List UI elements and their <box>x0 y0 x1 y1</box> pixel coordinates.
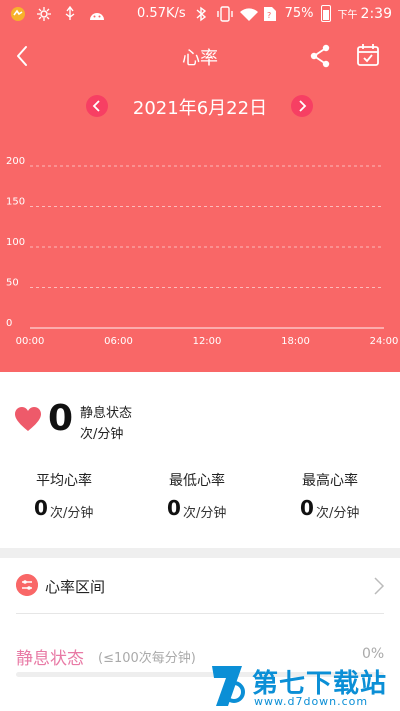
y-tick-label: 0 <box>6 318 12 329</box>
watermark-url: www.d7down.com <box>254 695 369 708</box>
heart-rate-summary: 0 静息状态 次/分钟 平均心率 0 次/分钟 最低心率 0 次/分钟 最高心率… <box>0 372 400 548</box>
battery-percent: 75% <box>284 6 314 21</box>
share-button[interactable] <box>306 42 334 70</box>
time-period: 下午 <box>337 10 358 21</box>
calendar-button[interactable] <box>354 41 382 69</box>
wifi-icon <box>239 6 258 22</box>
share-icon <box>310 44 330 68</box>
x-tick-label: 18:00 <box>281 336 310 347</box>
stat-value: 0 <box>300 496 314 520</box>
status-bar: 0.57K/s ? 75% 下午 2:39 <box>0 0 400 30</box>
heart-icon <box>15 407 41 431</box>
settings-sync-icon <box>36 6 52 22</box>
stat-unit: 次/分钟 <box>50 506 94 521</box>
y-tick-label: 150 <box>6 197 25 208</box>
svg-text:?: ? <box>267 11 271 20</box>
stat-value: 0 <box>34 496 48 520</box>
x-tick-label: 00:00 <box>16 336 45 347</box>
vibrate-icon <box>216 5 233 22</box>
rest-zone-label: 静息状态 <box>16 649 84 669</box>
app-notification-icon <box>10 6 26 22</box>
current-unit: 次/分钟 <box>80 427 124 442</box>
calendar-check-icon <box>357 44 379 66</box>
next-day-button[interactable] <box>291 95 313 117</box>
rest-zone-range: (≤100次每分钟) <box>98 651 196 666</box>
heart-rate-zones-row[interactable]: 心率区间 <box>0 558 400 614</box>
y-tick-label: 100 <box>6 237 25 248</box>
section-divider <box>0 548 400 558</box>
zones-separator <box>16 613 384 614</box>
stat-label: 最低心率 <box>169 473 225 489</box>
stat-unit: 次/分钟 <box>316 506 360 521</box>
battery-icon <box>320 5 331 22</box>
bluetooth-icon <box>193 6 209 22</box>
current-date[interactable]: 2021年6月22日 <box>0 94 400 120</box>
notification-icons <box>10 5 104 22</box>
usb-icon <box>62 5 78 22</box>
stat-value: 0 <box>167 496 181 520</box>
x-tick-label: 12:00 <box>193 336 222 347</box>
chevron-right-icon <box>299 100 307 112</box>
rest-zone-percent: 0% <box>362 646 385 662</box>
system-icons: 0.57K/s ? 75% 下午 2:39 <box>137 5 392 22</box>
current-state: 静息状态 <box>80 406 133 421</box>
zones-title: 心率区间 <box>45 578 106 596</box>
network-speed: 0.57K/s <box>137 6 186 21</box>
sim-icon: ? <box>262 6 278 22</box>
watermark: 第七下载站 www.d7down.com <box>200 662 400 711</box>
stat-label: 平均心率 <box>36 473 92 489</box>
y-tick-label: 200 <box>6 156 25 167</box>
date-navigator: 2021年6月22日 <box>0 92 400 120</box>
stat-unit: 次/分钟 <box>183 506 227 521</box>
chevron-right-icon <box>374 577 385 595</box>
zones-icon <box>16 574 38 596</box>
android-icon <box>88 6 104 22</box>
heart-rate-chart: 0 50 100 150 200 00:00 06:00 12:00 18:00 24:00 <box>6 156 399 347</box>
x-tick-label: 06:00 <box>104 336 133 347</box>
header-panel: 0.57K/s ? 75% 下午 2:39 心率 2021年6月22日 0 50… <box>0 0 400 372</box>
y-tick-label: 50 <box>6 278 19 289</box>
clock: 2:39 <box>360 5 392 22</box>
title-bar: 心率 <box>0 36 400 76</box>
x-tick-label: 24:00 <box>370 336 399 347</box>
page-title: 心率 <box>182 48 218 69</box>
watermark-logo-icon <box>212 666 245 706</box>
current-heart-rate: 0 <box>48 398 74 439</box>
stat-label: 最高心率 <box>302 473 358 489</box>
